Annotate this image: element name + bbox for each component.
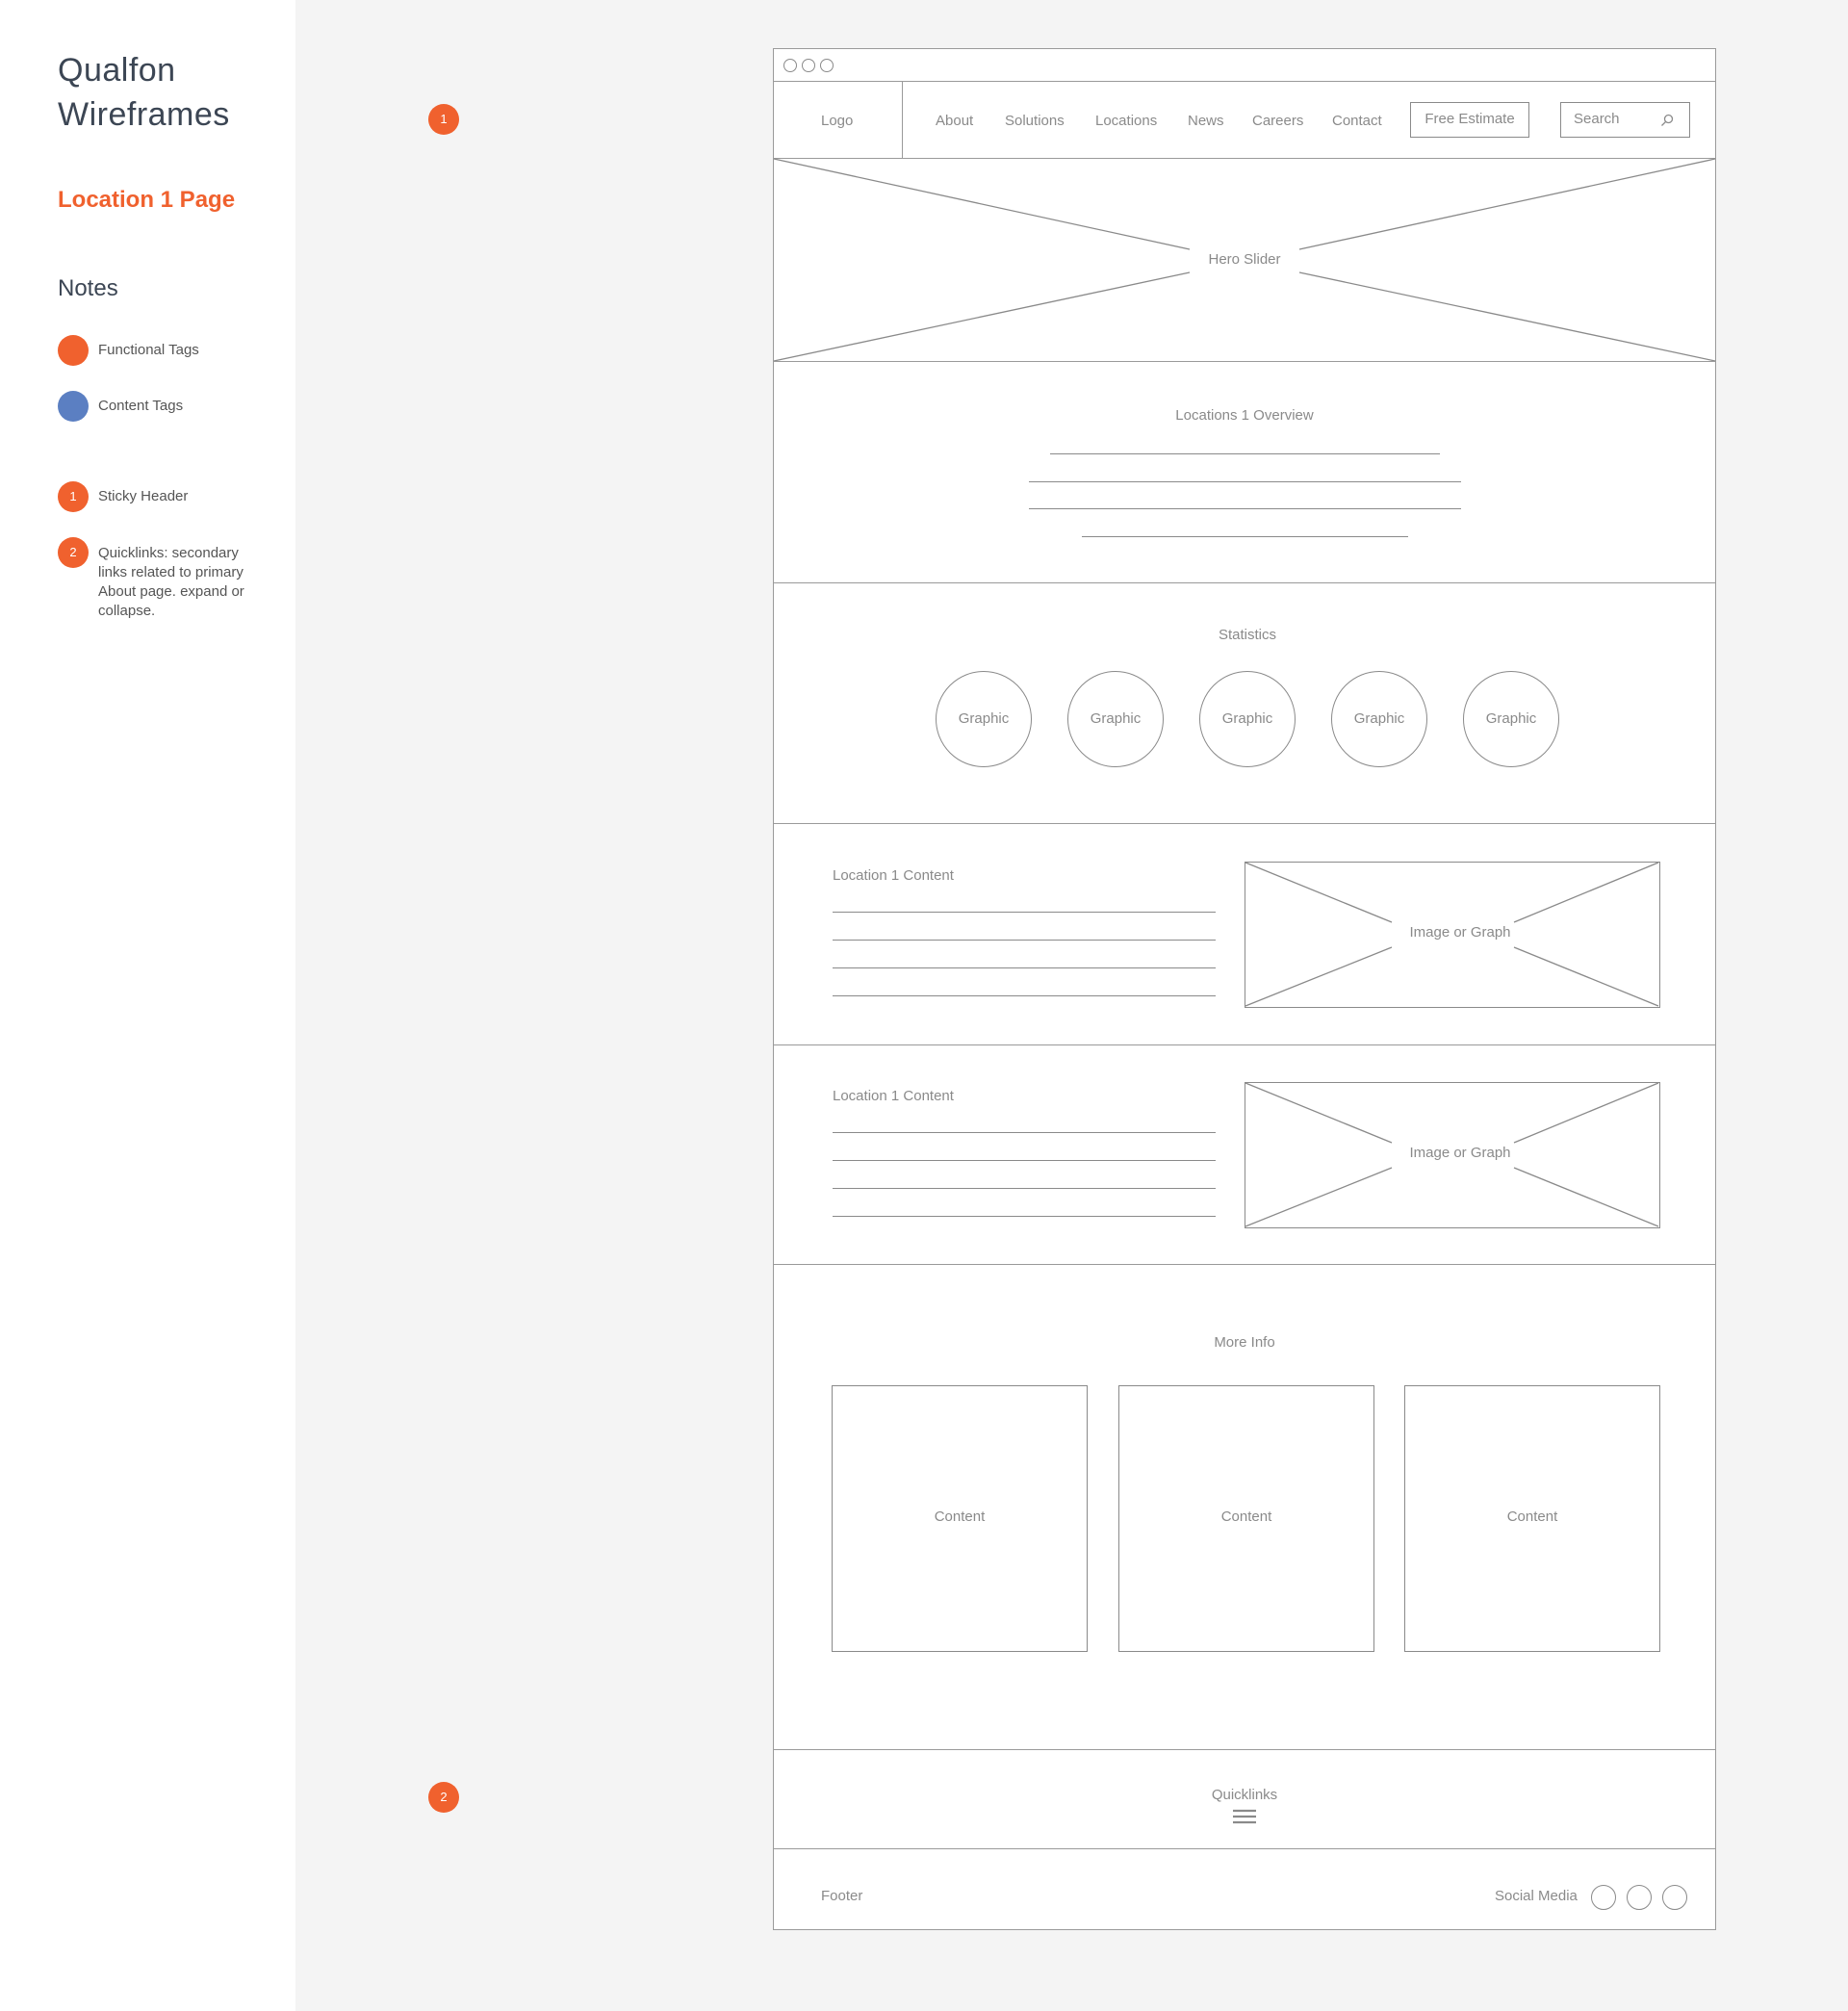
content-card[interactable]: Content: [832, 1385, 1088, 1652]
social-icon[interactable]: [1591, 1885, 1616, 1910]
social-media-label: Social Media: [1495, 1888, 1578, 1904]
stat-graphic: Graphic: [1067, 671, 1164, 767]
overview-title: Locations 1 Overview: [1175, 407, 1314, 424]
divider: [774, 1749, 1715, 1750]
text-placeholder-line: [833, 967, 1216, 968]
content-card[interactable]: Content: [1118, 1385, 1374, 1652]
wireframe-canvas: 1 2 Logo About Solutions Locations News …: [295, 0, 1848, 2011]
logo[interactable]: Logo: [821, 113, 853, 129]
project-title-line1: Qualfon: [58, 52, 176, 89]
content-card-label: Content: [1506, 1508, 1558, 1525]
stat-graphic: Graphic: [1463, 671, 1559, 767]
search-input[interactable]: Search: [1560, 102, 1690, 138]
nav-solutions[interactable]: Solutions: [1005, 113, 1065, 129]
nav-locations[interactable]: Locations: [1095, 113, 1157, 129]
text-placeholder-line: [833, 1188, 1216, 1189]
hero-slider-label: Hero Slider: [1208, 251, 1281, 268]
nav-about[interactable]: About: [936, 113, 973, 129]
annotation-tag-2: 2: [58, 537, 89, 568]
social-icon[interactable]: [1627, 1885, 1652, 1910]
window-dot-icon: [783, 59, 797, 72]
annotation-quicklinks-line: links related to primary: [98, 564, 244, 580]
annotation-quicklinks-line: About page. expand or: [98, 583, 244, 600]
divider: [774, 361, 1715, 362]
hamburger-menu-icon[interactable]: [1233, 1808, 1256, 1827]
text-placeholder-line: [1029, 508, 1461, 509]
footer-label: Footer: [821, 1888, 863, 1904]
stat-graphic: Graphic: [1331, 671, 1427, 767]
annotation-sticky-header: Sticky Header: [98, 488, 189, 504]
image-or-graph-placeholder: Image or Graph: [1245, 862, 1660, 1008]
logo-divider: [902, 82, 903, 158]
more-info-title: More Info: [1214, 1334, 1275, 1351]
text-placeholder-line: [833, 1132, 1216, 1133]
nav-news[interactable]: News: [1188, 113, 1224, 129]
divider: [774, 81, 1715, 82]
window-dot-icon: [820, 59, 834, 72]
content-card-label: Content: [1220, 1508, 1272, 1525]
hero-slider[interactable]: Hero Slider: [773, 158, 1716, 362]
project-title: Qualfon Wireframes: [58, 48, 230, 137]
divider: [774, 823, 1715, 824]
text-placeholder-line: [833, 995, 1216, 996]
search-icon[interactable]: [1660, 114, 1674, 127]
content-card-label: Content: [934, 1508, 986, 1525]
text-placeholder-line: [833, 1216, 1216, 1217]
text-placeholder-line: [1082, 536, 1408, 537]
annotation-quicklinks-line: Quicklinks: secondary: [98, 545, 239, 561]
free-estimate-button[interactable]: Free Estimate: [1410, 102, 1529, 138]
notes-panel: Qualfon Wireframes Location 1 Page Notes…: [0, 0, 295, 2011]
image-or-graph-label: Image or Graph: [1409, 1145, 1511, 1161]
content-tag-swatch: [58, 391, 89, 422]
legend-functional-label: Functional Tags: [98, 342, 199, 358]
project-title-line2: Wireframes: [58, 96, 230, 133]
text-placeholder-line: [1050, 453, 1440, 454]
annotation-tag-1: 1: [58, 481, 89, 512]
functional-tag-swatch: [58, 335, 89, 366]
statistics-title: Statistics: [1218, 627, 1277, 643]
notes-heading: Notes: [58, 275, 118, 301]
annotation-quicklinks: Quicklinks: secondary links related to p…: [98, 544, 244, 621]
divider: [774, 1044, 1715, 1045]
stat-graphic: Graphic: [1199, 671, 1296, 767]
image-or-graph-placeholder: Image or Graph: [1245, 1082, 1660, 1228]
divider: [774, 1264, 1715, 1265]
search-placeholder: Search: [1574, 111, 1620, 127]
text-placeholder-line: [1029, 481, 1461, 482]
divider: [774, 582, 1715, 583]
stat-graphic: Graphic: [936, 671, 1032, 767]
text-placeholder-line: [833, 1160, 1216, 1161]
social-icon[interactable]: [1662, 1885, 1687, 1910]
window-dot-icon: [802, 59, 815, 72]
page-name: Location 1 Page: [58, 187, 236, 213]
quicklinks-tag: 2: [428, 1782, 459, 1813]
divider: [774, 1848, 1715, 1849]
legend-content-label: Content Tags: [98, 398, 184, 414]
content-section-title: Location 1 Content: [833, 1088, 954, 1104]
sticky-header-tag: 1: [428, 104, 459, 135]
content-card[interactable]: Content: [1404, 1385, 1660, 1652]
quicklinks-label: Quicklinks: [1211, 1787, 1278, 1803]
text-placeholder-line: [833, 912, 1216, 913]
nav-contact[interactable]: Contact: [1332, 113, 1382, 129]
text-placeholder-line: [833, 940, 1216, 941]
free-estimate-label: Free Estimate: [1424, 111, 1515, 127]
image-or-graph-label: Image or Graph: [1409, 924, 1511, 941]
browser-window-frame: Logo About Solutions Locations News Care…: [773, 48, 1716, 1930]
content-section-title: Location 1 Content: [833, 867, 954, 884]
annotation-quicklinks-line: collapse.: [98, 603, 156, 619]
nav-careers[interactable]: Careers: [1252, 113, 1303, 129]
